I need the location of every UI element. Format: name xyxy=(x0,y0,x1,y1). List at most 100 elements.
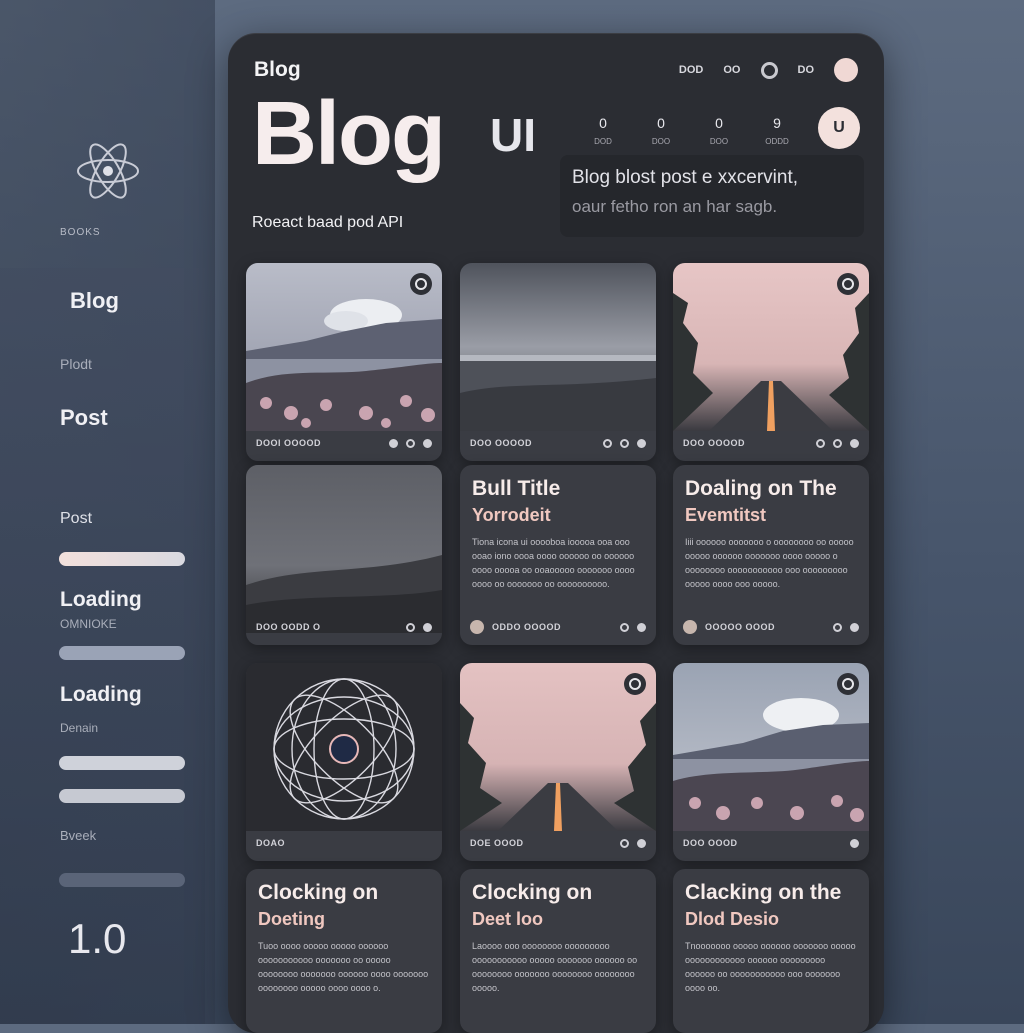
card-footer: ODDO OOOOD xyxy=(470,619,646,635)
post-card[interactable]: DOE OOOD xyxy=(460,663,656,861)
abstract-sphere-image xyxy=(246,663,442,831)
card-footer: OOOOO OOOD xyxy=(683,619,859,635)
card-meta: DOOI OOOOD xyxy=(256,438,322,448)
post-title[interactable]: Doaling on The xyxy=(685,477,837,501)
post-excerpt: Tiona icona ui ooooboa iooooa ooa ooo oo… xyxy=(472,537,635,589)
post-excerpt: Iiii oooooo ooooooo o oooooooo oo ooooo … xyxy=(685,537,854,589)
like-icon[interactable] xyxy=(620,838,629,848)
post-card[interactable]: DOAO xyxy=(246,663,442,861)
sidebar-item-loading-sub: OMNIOKE xyxy=(60,617,117,631)
stat-2: 0 DOO xyxy=(646,115,676,146)
top-toolbar: DOD OO DO xyxy=(679,58,858,82)
comment-icon[interactable] xyxy=(406,438,415,448)
post-card[interactable]: Clocking on Deet loo Laoooo ooo oooooooo… xyxy=(460,869,656,1033)
card-meta: DOO OODD O xyxy=(256,622,321,632)
card-meta: DOO OOOD xyxy=(683,838,738,848)
post-title[interactable]: Clocking on xyxy=(472,881,592,905)
stat-label: DOO xyxy=(651,137,671,146)
card-meta: DOO OOOOD xyxy=(470,438,533,448)
sidebar-item-bveek[interactable]: Bveek xyxy=(60,828,96,843)
avatar-button[interactable]: U xyxy=(818,107,860,149)
sidebar: BOOKS Blog Plodt Post Post Loading OMNIO… xyxy=(0,0,215,1024)
share-icon[interactable] xyxy=(850,438,859,448)
stat-value: 9 xyxy=(773,115,781,131)
loading-bar-3 xyxy=(59,789,185,803)
like-icon[interactable] xyxy=(816,438,825,448)
card-footer: DOE OOOD xyxy=(470,835,646,851)
post-subtitle: Deet loo xyxy=(472,909,544,929)
post-card[interactable]: Doaling on The Evemtitst Iiii oooooo ooo… xyxy=(673,465,869,645)
stat-3: 0 DOO xyxy=(704,115,734,146)
bookmark-icon[interactable] xyxy=(410,273,432,295)
sidebar-item-plodt[interactable]: Plodt xyxy=(60,356,92,372)
post-excerpt: Laoooo ooo oooooooo ooooooooo oooooooooo… xyxy=(472,941,638,993)
share-icon[interactable] xyxy=(637,622,646,632)
share-icon[interactable] xyxy=(637,838,646,848)
like-icon[interactable] xyxy=(833,622,842,632)
refresh-icon[interactable] xyxy=(760,61,778,79)
post-card[interactable]: Clacking on the Dlod Desio Tnooooooo ooo… xyxy=(673,869,869,1033)
excerpt-box: Blog blost post e xxcervint, oaur fetho … xyxy=(560,155,864,237)
bookmark-icon[interactable] xyxy=(837,273,859,295)
post-title[interactable]: Clacking on the xyxy=(685,881,841,905)
post-card[interactable]: DOO OOOOD xyxy=(460,263,656,461)
stat-value: 0 xyxy=(657,115,665,131)
stat-label: DOD xyxy=(594,137,612,146)
post-title[interactable]: Clocking on xyxy=(258,881,378,905)
like-icon[interactable] xyxy=(406,622,415,632)
post-card[interactable]: DOO OOOOD xyxy=(673,263,869,461)
author-avatar xyxy=(683,620,697,634)
card-meta: DOE OOOD xyxy=(470,838,524,848)
share-icon[interactable] xyxy=(850,838,859,848)
share-icon[interactable] xyxy=(423,438,432,448)
stat-label: ODDD xyxy=(765,137,789,146)
nav-icon-1[interactable]: DOD xyxy=(679,64,703,76)
loading-bar xyxy=(59,646,185,660)
seascape-image xyxy=(460,263,656,431)
page-title-suffix: UI xyxy=(490,109,536,161)
post-card[interactable]: Bull Title Yorrodeit Tiona icona ui oooo… xyxy=(460,465,656,645)
foggy-landscape-image xyxy=(246,465,442,633)
stat-4: 9 ODDD xyxy=(762,115,792,146)
sidebar-item-post[interactable]: Post xyxy=(60,405,108,431)
like-icon[interactable] xyxy=(603,438,612,448)
share-icon[interactable] xyxy=(423,622,432,632)
like-icon[interactable] xyxy=(620,622,629,632)
atom-logo-icon xyxy=(77,143,139,199)
excerpt-line-1: Blog blost post e xxcervint, xyxy=(572,167,798,188)
sidebar-item-loading-2[interactable]: Loading xyxy=(60,683,142,707)
profile-icon[interactable] xyxy=(834,58,858,82)
post-card[interactable]: DOO OODD O xyxy=(246,465,442,645)
card-footer: DOOI OOOOD xyxy=(256,435,432,451)
nav-icon-2[interactable]: OO xyxy=(723,64,740,76)
tagline: Roeact baad pod API xyxy=(252,214,404,231)
post-subtitle: Yorrodeit xyxy=(472,505,551,525)
stat-value: 0 xyxy=(715,115,723,131)
card-footer: DOO OOOOD xyxy=(470,435,646,451)
card-meta: DOAO xyxy=(256,838,285,848)
post-card[interactable]: Clocking on Doeting Tuoo oooo ooooo oooo… xyxy=(246,869,442,1033)
bookmark-icon[interactable] xyxy=(837,673,859,695)
nav-icon-3[interactable]: DO xyxy=(798,64,815,76)
card-footer: DOAO xyxy=(256,835,432,851)
share-icon[interactable] xyxy=(850,622,859,632)
sidebar-item-loading-2-sub: Denain xyxy=(60,721,99,735)
card-meta: OOOOO OOOD xyxy=(705,622,776,632)
sidebar-item-blog[interactable]: Blog xyxy=(70,288,119,314)
card-meta: ODDO OOOOD xyxy=(492,622,562,632)
bookmark-icon[interactable] xyxy=(624,673,646,695)
stat-value: 0 xyxy=(599,115,607,131)
share-icon[interactable] xyxy=(637,438,646,448)
comment-icon[interactable] xyxy=(620,438,629,448)
card-footer: DOO OODD O xyxy=(256,619,432,635)
sidebar-item-post-2[interactable]: Post xyxy=(60,510,92,528)
post-card[interactable]: DOOI OOOOD xyxy=(246,263,442,461)
comment-icon[interactable] xyxy=(833,438,842,448)
excerpt-line-2: oaur fetho ron an har sagb. xyxy=(572,197,778,216)
post-card[interactable]: DOO OOOD xyxy=(673,663,869,861)
like-icon[interactable] xyxy=(389,438,398,448)
post-title[interactable]: Bull Title xyxy=(472,477,560,501)
sidebar-item-loading[interactable]: Loading xyxy=(60,588,142,612)
post-excerpt: Tuoo oooo ooooo ooooo oooooo ooooooooooo… xyxy=(258,941,429,993)
loading-bar-4 xyxy=(59,873,185,887)
